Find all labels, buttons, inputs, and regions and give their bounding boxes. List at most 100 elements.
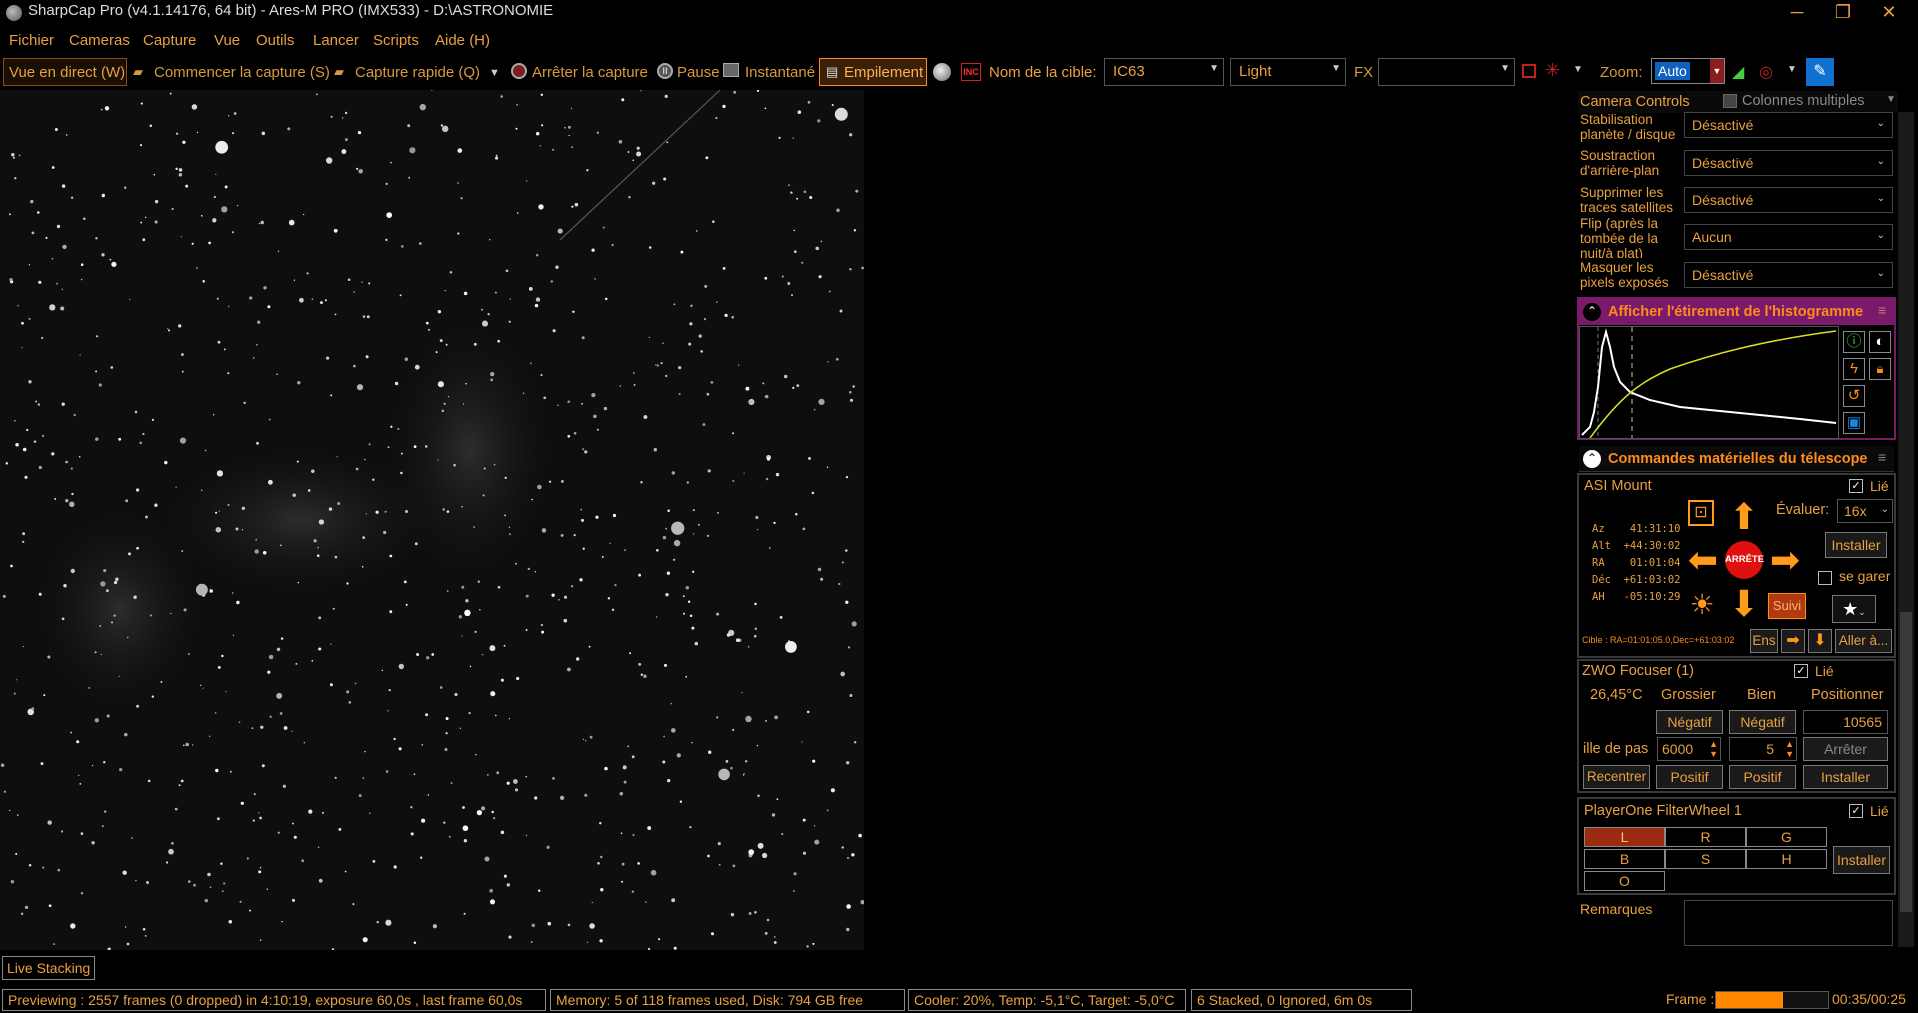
menu-aide[interactable]: Aide (H) [435, 32, 490, 49]
track-button[interactable]: Suivi [1768, 593, 1806, 619]
recenter-button[interactable]: Recentrer [1583, 765, 1650, 789]
menu-icon[interactable]: ≡ [1878, 302, 1886, 318]
menu-cameras[interactable]: Cameras [69, 32, 130, 49]
filter-B-button[interactable]: B [1584, 849, 1665, 869]
target-icon[interactable]: ◎ [1759, 62, 1773, 82]
stop-mount-button[interactable]: ARRÊTE [1725, 541, 1764, 579]
live-view-label: Vue en direct (W) [9, 64, 126, 81]
focuser-install-button[interactable]: Installer [1803, 765, 1888, 789]
arrow-down-small-icon[interactable]: ⬇ [1808, 629, 1832, 653]
chevron-down-icon[interactable]: ▼ [1886, 94, 1896, 105]
lock-icon[interactable]: 🔒︎ [1869, 358, 1891, 380]
quick-capture-button[interactable]: Capture rapide (Q) [355, 64, 480, 81]
crosshair-icon[interactable]: ✳ [1545, 60, 1560, 81]
fine-step-input[interactable]: 5 ▲ ▼ [1729, 737, 1797, 761]
menu-outils[interactable]: Outils [256, 32, 294, 49]
focuser-linked-checkbox[interactable]: ✓ [1794, 664, 1808, 678]
coarse-negative-button[interactable]: Négatif [1656, 710, 1723, 734]
pause-button[interactable]: Pause [677, 64, 720, 81]
flat-frame-icon[interactable]: INC [961, 63, 981, 81]
close-button[interactable]: ✕ [1866, 0, 1912, 26]
filter-S-button[interactable]: S [1665, 849, 1746, 869]
stepper-icon[interactable]: ▲ ▼ [1785, 739, 1794, 759]
scrollbar-thumb[interactable] [1900, 612, 1912, 912]
collapse-icon[interactable]: ⌃ [1583, 450, 1601, 468]
filter-R-button[interactable]: R [1665, 827, 1746, 847]
save-icon[interactable]: ▣ [1843, 412, 1865, 434]
live-stacking-tab[interactable]: Live Stacking [2, 956, 95, 980]
rate-value: 16x [1844, 503, 1867, 519]
lightning-icon[interactable]: ϟ [1843, 358, 1865, 380]
target-name-value: IC63 [1113, 63, 1145, 80]
row-label-satellite: Supprimer les traces satellites [1580, 185, 1674, 215]
filterwheel-linked-checkbox[interactable]: ✓ [1849, 804, 1863, 818]
minimize-button[interactable]: ─ [1774, 0, 1820, 26]
mount-install-button[interactable]: Installer [1825, 532, 1887, 558]
row-label-flip: Flip (après la tombée de la nuit/à plat) [1580, 216, 1659, 258]
fine-positive-button[interactable]: Positif [1729, 765, 1796, 789]
mount-linked-checkbox[interactable]: ✓ [1849, 479, 1863, 493]
restore-button[interactable]: ❐ [1820, 0, 1866, 26]
arrow-right-small-icon[interactable]: ➡ [1781, 629, 1805, 653]
spiral-search-icon[interactable]: ⊡ [1688, 500, 1714, 526]
row-label-background: Soustraction d'arrière-plan [1580, 148, 1660, 178]
menu-scripts[interactable]: Scripts [373, 32, 419, 49]
flip-select[interactable]: Aucun ⌄ [1684, 224, 1893, 250]
coarse-positive-button[interactable]: Positif [1656, 765, 1723, 789]
pin-icon[interactable]: ✎ [1806, 58, 1834, 86]
satellite-select[interactable]: Désactivé ⌄ [1684, 187, 1893, 213]
ens-button[interactable]: Ens [1750, 629, 1778, 653]
filter-L-button[interactable]: L [1584, 827, 1665, 847]
menu-icon[interactable]: ≡ [1878, 449, 1886, 465]
frame-label: Frame : [1666, 991, 1715, 1007]
star-icon[interactable]: ★⌄ [1832, 595, 1876, 623]
position-input[interactable]: 10565 [1803, 710, 1888, 734]
contrast-icon[interactable]: ◐ [1869, 331, 1891, 353]
sun-center-icon[interactable]: ☀ [1685, 588, 1719, 622]
roi-icon[interactable] [1522, 64, 1536, 78]
filter-H-button[interactable]: H [1746, 849, 1827, 869]
frame-type-select[interactable]: Light ▼ [1230, 58, 1346, 86]
park-checkbox[interactable] [1818, 571, 1832, 585]
menu-capture[interactable]: Capture [143, 32, 196, 49]
menu-lancer[interactable]: Lancer [313, 32, 359, 49]
collapse-icon[interactable]: ⌃ [1583, 303, 1601, 321]
chevron-down-icon[interactable]: ▼ [489, 67, 500, 79]
histogram-icon[interactable]: ◢ [1732, 62, 1744, 82]
focuser-stop-button[interactable]: Arrêter [1803, 737, 1888, 761]
filter-G-button[interactable]: G [1746, 827, 1827, 847]
menu-fichier[interactable]: Fichier [9, 32, 54, 49]
arrow-left-icon[interactable]: ⬅ [1683, 540, 1723, 580]
info-icon[interactable]: ⓘ [1843, 331, 1865, 353]
snapshot-button[interactable]: Instantané [745, 64, 815, 81]
fine-negative-button[interactable]: Négatif [1729, 710, 1796, 734]
reset-icon[interactable]: ↺ [1843, 385, 1865, 407]
filterwheel-install-button[interactable]: Installer [1833, 846, 1890, 874]
arrow-down-icon[interactable]: ⬇ [1724, 584, 1764, 624]
coarse-step-input[interactable]: 6000 ▲ ▼ [1657, 737, 1721, 761]
arrow-up-icon[interactable]: ⬆ [1724, 497, 1764, 537]
rate-select[interactable]: 16x ⌄ [1837, 499, 1893, 523]
mask-select[interactable]: Désactivé ⌄ [1684, 262, 1893, 288]
chevron-down-icon[interactable]: ▼ [1787, 64, 1797, 75]
stabilisation-select[interactable]: Désactivé ⌄ [1684, 112, 1893, 138]
chevron-down-icon[interactable]: ▼ [1573, 64, 1583, 75]
background-select[interactable]: Désactivé ⌄ [1684, 150, 1893, 176]
multi-columns-checkbox[interactable] [1723, 94, 1737, 108]
stepper-icon[interactable]: ▲ ▼ [1709, 739, 1718, 759]
zoom-select[interactable]: Auto ▼ [1651, 58, 1725, 84]
panel-scrollbar[interactable] [1898, 112, 1914, 947]
stop-capture-button[interactable]: Arrêter la capture [532, 64, 648, 81]
menu-vue[interactable]: Vue [214, 32, 240, 49]
goto-button[interactable]: Aller à... [1835, 629, 1892, 653]
notes-textarea[interactable] [1684, 900, 1893, 946]
fx-select[interactable]: ▼ [1378, 58, 1515, 86]
histogram-plot[interactable] [1579, 326, 1839, 439]
position-label: Positionner [1811, 687, 1884, 703]
camera-preview-image[interactable] [0, 90, 864, 950]
filter-O-button[interactable]: O [1584, 871, 1665, 891]
arrow-right-icon[interactable]: ➡ [1765, 540, 1805, 580]
start-capture-button[interactable]: Commencer la capture (S) [154, 64, 330, 81]
dark-frame-icon[interactable] [933, 63, 951, 81]
target-name-input[interactable]: IC63 ▼ [1104, 58, 1224, 86]
